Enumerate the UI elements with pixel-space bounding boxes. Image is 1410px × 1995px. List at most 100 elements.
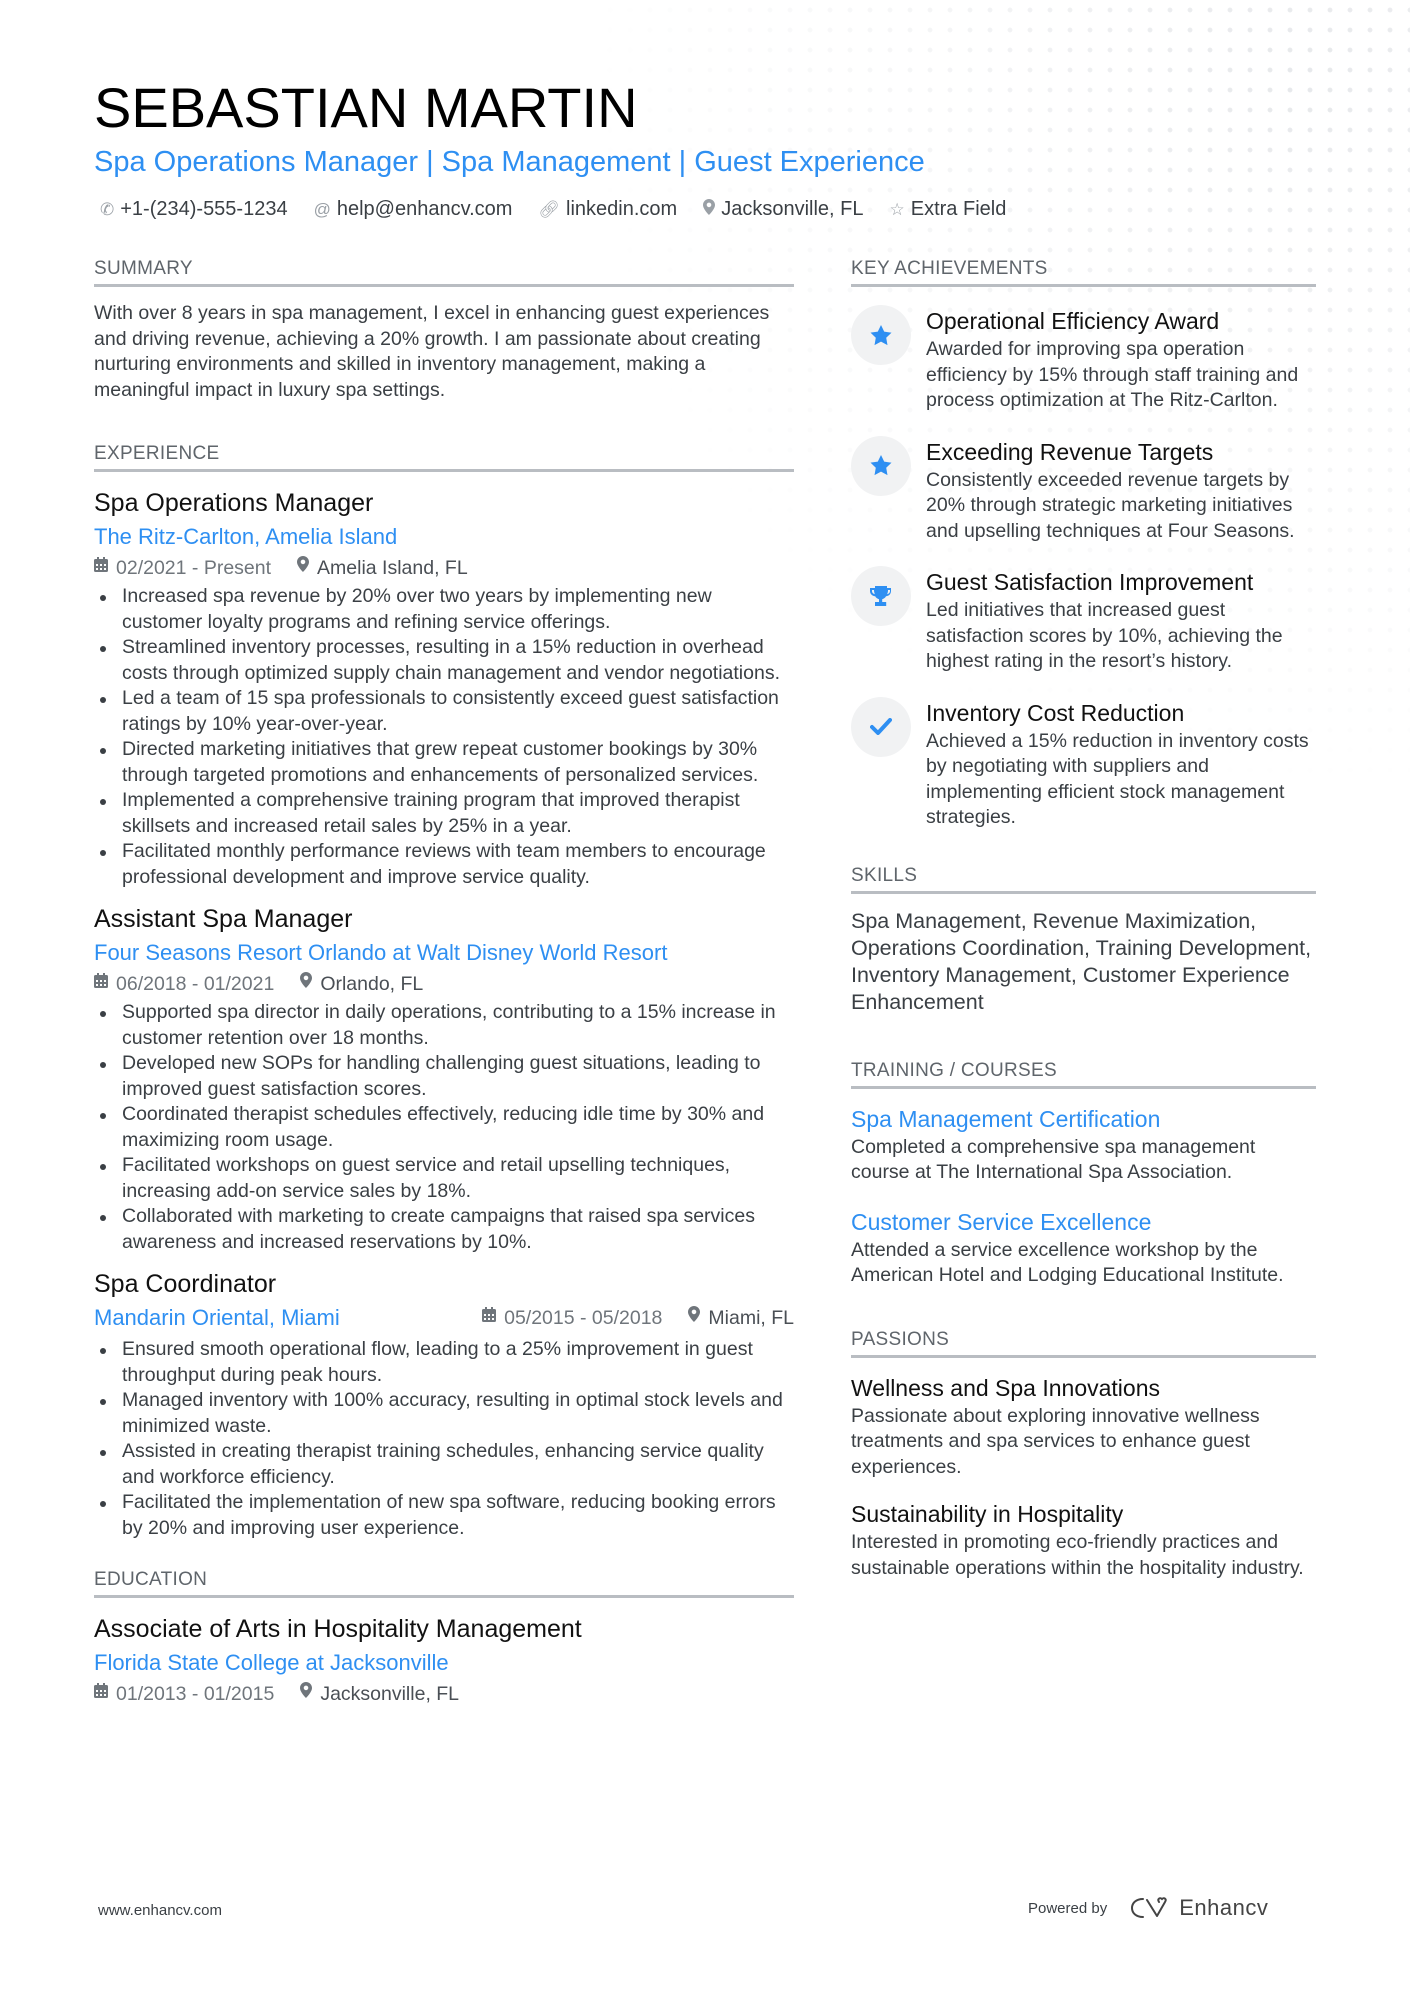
achievement-body: Guest Satisfaction Improvement Led initi… — [926, 566, 1316, 675]
achievement-title: Operational Efficiency Award — [926, 308, 1220, 334]
left-column: SUMMARY With over 8 years in spa managem… — [94, 258, 794, 1708]
location-icon — [297, 554, 310, 582]
job-location: Amelia Island, FL — [297, 554, 468, 582]
job-bullets: Ensured smooth operational flow, leading… — [94, 1337, 794, 1541]
job-company[interactable]: Four Seasons Resort Orlando at Walt Disn… — [94, 936, 794, 970]
achievement-body: Operational Efficiency Award Awarded for… — [926, 305, 1316, 414]
course-title[interactable]: Customer Service Excellence — [851, 1206, 1316, 1238]
achievements-section: KEY ACHIEVEMENTS Operational Efficiency … — [851, 258, 1316, 831]
summary-heading: SUMMARY — [94, 258, 794, 287]
course-title[interactable]: Spa Management Certification — [851, 1103, 1316, 1135]
summary-section: SUMMARY With over 8 years in spa managem… — [94, 258, 794, 403]
calendar-icon — [94, 970, 108, 998]
bullet-item: Supported spa director in daily operatio… — [94, 1000, 794, 1051]
bullet-item: Ensured smooth operational flow, leading… — [94, 1337, 794, 1388]
footer-website[interactable]: www.enhancv.com — [98, 1902, 222, 1919]
bullet-item: Assisted in creating therapist training … — [94, 1439, 794, 1490]
job-location: Miami, FL — [688, 1304, 794, 1332]
job-location-text: Miami, FL — [708, 1307, 794, 1329]
bullet-item: Increased spa revenue by 20% over two ye… — [94, 584, 794, 635]
achievement-item: Inventory Cost Reduction Achieved a 15% … — [851, 696, 1316, 831]
candidate-headline: Spa Operations Manager | Spa Management … — [94, 146, 925, 178]
job-meta: 06/2018 - 01/2021 Orlando, FL — [94, 970, 794, 998]
achievement-desc: Achieved a 15% reduction in inventory co… — [926, 729, 1309, 829]
experience-entry: Assistant Spa Manager Four Seasons Resor… — [94, 902, 794, 1255]
education-heading: EDUCATION — [94, 1569, 794, 1598]
achievement-title: Exceeding Revenue Targets — [926, 438, 1214, 465]
bullet-item: Directed marketing initiatives that grew… — [94, 737, 794, 788]
enhancv-logo[interactable]: Enhancv — [1129, 1895, 1268, 1921]
job-dates: 05/2015 - 05/2018 — [482, 1304, 662, 1332]
bullet-item: Developed new SOPs for handling challeng… — [94, 1051, 794, 1102]
location-icon — [300, 1680, 313, 1708]
location-icon — [703, 199, 716, 220]
job-bullets: Increased spa revenue by 20% over two ye… — [94, 584, 794, 890]
contact-email[interactable]: @ help@enhancv.com — [314, 198, 513, 221]
education-school[interactable]: Florida State College at Jacksonville — [94, 1646, 794, 1680]
contact-extra: ☆ Extra Field — [890, 198, 1007, 221]
achievements-heading: KEY ACHIEVEMENTS — [851, 258, 1316, 287]
course-desc: Attended a service excellence workshop b… — [851, 1238, 1284, 1287]
passion-item: Wellness and Spa Innovations Passionate … — [851, 1372, 1316, 1481]
passions-section: PASSIONS Wellness and Spa Innovations Pa… — [851, 1329, 1316, 1582]
contact-email-text: help@enhancv.com — [336, 198, 513, 220]
experience-heading: EXPERIENCE — [94, 443, 794, 472]
powered-by-label: Powered by — [1028, 1899, 1108, 1917]
location-icon — [300, 970, 313, 998]
job-dates: 02/2021 - Present — [94, 554, 271, 582]
bullet-item: Implemented a comprehensive training pro… — [94, 788, 794, 839]
education-dates-text: 01/2013 - 01/2015 — [116, 1683, 275, 1705]
star-outline-icon: ☆ — [889, 199, 905, 219]
at-icon: @ — [313, 199, 331, 219]
job-company-row: Mandarin Oriental, Miami 05/2015 - 05/20… — [94, 1301, 794, 1335]
contact-phone[interactable]: ✆ +1-(234)-555-1234 — [100, 198, 288, 221]
job-location-text: Amelia Island, FL — [317, 557, 468, 579]
experience-entry: Spa Operations Manager The Ritz-Carlton,… — [94, 486, 794, 890]
job-dates-text: 06/2018 - 01/2021 — [116, 973, 275, 995]
passion-desc: Passionate about exploring innovative we… — [851, 1404, 1260, 1478]
passions-heading: PASSIONS — [851, 1329, 1316, 1358]
course-item: Spa Management Certification Completed a… — [851, 1103, 1316, 1186]
education-location: Jacksonville, FL — [300, 1680, 459, 1708]
education-section: EDUCATION Associate of Arts in Hospitali… — [94, 1569, 794, 1708]
job-location-text: Orlando, FL — [320, 973, 424, 995]
contact-linkedin[interactable]: 🔗︎ linkedin.com — [538, 198, 677, 221]
skills-heading: SKILLS — [851, 865, 1316, 894]
skills-text: Spa Management, Revenue Maximization, Op… — [851, 908, 1312, 1014]
achievement-body: Exceeding Revenue Targets Consistently e… — [926, 436, 1316, 545]
link-icon: 🔗︎ — [538, 199, 561, 219]
bullet-item: Streamlined inventory processes, resulti… — [94, 635, 794, 686]
education-location-text: Jacksonville, FL — [320, 1683, 460, 1705]
achievement-item: Exceeding Revenue Targets Consistently e… — [851, 435, 1316, 545]
trophy-icon — [851, 566, 911, 626]
achievement-item: Operational Efficiency Award Awarded for… — [851, 305, 1316, 414]
job-company[interactable]: The Ritz-Carlton, Amelia Island — [94, 520, 794, 554]
job-title: Spa Coordinator — [94, 1270, 277, 1298]
enhancv-logo-text: Enhancv — [1179, 1895, 1269, 1920]
calendar-icon — [94, 1680, 108, 1708]
training-section: TRAINING / COURSES Spa Management Certif… — [851, 1060, 1316, 1289]
bullet-item: Managed inventory with 100% accuracy, re… — [94, 1388, 794, 1439]
achievement-body: Inventory Cost Reduction Achieved a 15% … — [926, 697, 1316, 831]
course-desc: Completed a comprehensive spa management… — [851, 1135, 1256, 1184]
summary-text: With over 8 years in spa management, I e… — [94, 302, 770, 401]
achievement-desc: Awarded for improving spa operation effi… — [926, 338, 1299, 411]
achievement-title: Inventory Cost Reduction — [926, 699, 1185, 726]
checkmark-icon — [851, 696, 911, 757]
achievement-title: Guest Satisfaction Improvement — [926, 569, 1254, 595]
phone-icon: ✆ — [100, 199, 115, 219]
job-title: Spa Operations Manager — [94, 489, 374, 517]
job-title: Assistant Spa Manager — [94, 905, 353, 933]
training-heading: TRAINING / COURSES — [851, 1060, 1316, 1089]
bullet-item: Facilitated workshops on guest service a… — [94, 1153, 794, 1204]
star-icon — [851, 305, 911, 365]
enhancv-logo-icon — [1131, 1897, 1167, 1918]
candidate-name: SEBASTIAN MARTIN — [94, 76, 638, 139]
job-dates-text: 05/2015 - 05/2018 — [504, 1307, 663, 1329]
bullet-item: Coordinated therapist schedules effectiv… — [94, 1102, 794, 1153]
job-company[interactable]: Mandarin Oriental, Miami — [94, 1301, 340, 1335]
calendar-icon — [94, 554, 108, 582]
job-dates: 06/2018 - 01/2021 — [94, 970, 274, 998]
contact-location: Jacksonville, FL — [703, 198, 864, 221]
footer-powered-by: Powered by Enhancv — [1028, 1895, 1268, 1921]
